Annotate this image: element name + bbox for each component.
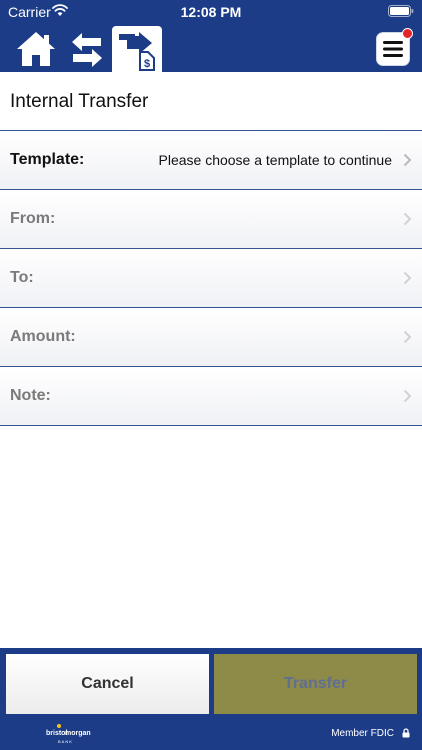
template-label: Template: <box>10 151 85 168</box>
home-icon <box>17 32 55 66</box>
nav-internal-transfer-tab[interactable]: $ <box>112 26 162 72</box>
amount-row[interactable]: Amount: <box>0 308 422 367</box>
bank-logo: bristol morgan BANK <box>44 724 91 744</box>
transfer-arrows-icon <box>72 33 102 67</box>
chevron-right-icon <box>403 153 412 167</box>
status-bar: Carrier 12:08 PM <box>0 0 422 24</box>
chevron-right-icon <box>403 389 412 403</box>
app-header: Carrier 12:08 PM $ <box>0 0 422 72</box>
note-row[interactable]: Note: <box>0 367 422 426</box>
nav-transfers-button[interactable] <box>70 32 104 68</box>
to-row[interactable]: To: <box>0 249 422 308</box>
internal-transfer-icon: $ <box>119 32 155 71</box>
logo-dot <box>57 724 61 728</box>
member-fdic-text: Member FDIC <box>331 728 394 739</box>
amount-label: Amount: <box>10 328 76 345</box>
note-label: Note: <box>10 387 51 404</box>
chevron-right-icon <box>403 271 412 285</box>
notification-badge <box>402 28 413 39</box>
from-label: From: <box>10 210 56 227</box>
from-row[interactable]: From: <box>0 190 422 249</box>
nav-home-button[interactable] <box>16 30 56 68</box>
main-content: Internal Transfer Template: Please choos… <box>0 72 422 648</box>
page-title: Internal Transfer <box>10 91 149 112</box>
logo-subtext: BANK <box>58 739 73 744</box>
template-value: Please choose a template to continue <box>158 152 393 168</box>
chevron-right-icon <box>403 330 412 344</box>
template-row[interactable]: Template: Please choose a template to co… <box>0 131 422 190</box>
cancel-button[interactable]: Cancel <box>6 654 209 714</box>
lock-icon <box>402 728 410 738</box>
menu-button[interactable] <box>376 28 413 66</box>
status-time: 12:08 PM <box>180 4 242 20</box>
to-label: To: <box>10 269 34 286</box>
action-bar: Cancel Transfer <box>0 648 422 716</box>
chevron-right-icon <box>403 212 412 226</box>
footer: bristol morgan BANK Member FDIC <box>0 716 422 750</box>
logo-word-2: morgan <box>65 730 91 737</box>
transfer-button[interactable]: Transfer <box>214 654 417 714</box>
battery-icon <box>388 5 414 17</box>
transfer-form: Template: Please choose a template to co… <box>0 130 422 426</box>
hamburger-menu-icon <box>383 41 403 57</box>
svg-text:$: $ <box>144 58 150 70</box>
